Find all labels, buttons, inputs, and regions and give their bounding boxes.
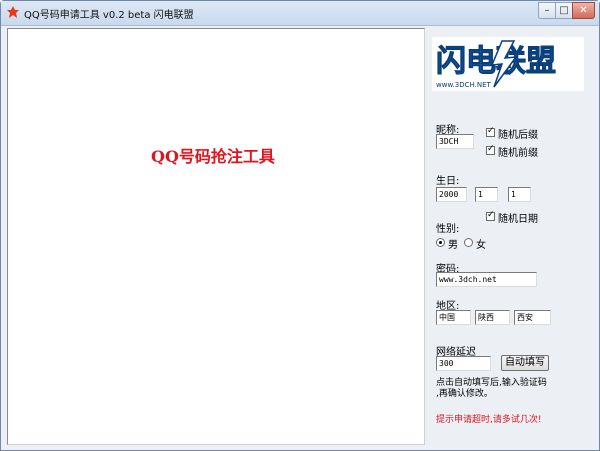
password-input[interactable]: www.3dch.net bbox=[436, 272, 537, 287]
gender-label: 性别: bbox=[436, 224, 460, 235]
close-icon: ✕ bbox=[579, 4, 588, 16]
random-suffix-checkbox[interactable] bbox=[486, 126, 495, 137]
maximize-button[interactable]: □ bbox=[555, 2, 573, 19]
gender-male-label: 男 bbox=[448, 240, 458, 251]
timeout-warning: 提示申请超时,请多试几次! bbox=[436, 415, 542, 425]
delay-input[interactable]: 300 bbox=[436, 356, 491, 371]
birthday-label: 生日: bbox=[436, 176, 460, 187]
page-headline: QQ号码抢注工具 bbox=[151, 147, 275, 166]
birth-month-input[interactable]: 1 bbox=[475, 187, 498, 202]
birth-year-input[interactable]: 2000 bbox=[436, 187, 467, 202]
birth-day-input[interactable]: 1 bbox=[508, 187, 531, 202]
title-bar[interactable]: QQ号码申请工具 v0.2 beta 闪电联盟 – □ ✕ bbox=[1, 1, 599, 26]
gender-male-radio[interactable] bbox=[436, 238, 445, 247]
random-suffix-label: 随机后缀 bbox=[498, 130, 538, 141]
logo-url: www.3DCH.NET bbox=[436, 81, 492, 89]
minimize-icon: – bbox=[544, 4, 550, 16]
region-city-input[interactable]: 西安 bbox=[514, 310, 551, 325]
logo: 闪电联盟 www.3DCH.NET bbox=[432, 37, 584, 91]
close-button[interactable]: ✕ bbox=[572, 2, 595, 19]
nickname-input[interactable]: 3DCH bbox=[436, 134, 474, 149]
random-date-checkbox[interactable] bbox=[486, 210, 495, 221]
logo-graphic: 闪电联盟 www.3DCH.NET bbox=[432, 37, 584, 91]
autofill-button[interactable]: 自动填写 bbox=[501, 355, 549, 371]
maximize-icon: □ bbox=[559, 4, 569, 16]
window-title: QQ号码申请工具 v0.2 beta 闪电联盟 bbox=[24, 10, 194, 21]
random-prefix-label: 随机前缀 bbox=[498, 148, 538, 159]
gender-female-label: 女 bbox=[476, 240, 486, 251]
region-province-input[interactable]: 陕西 bbox=[475, 310, 510, 325]
hint-line-2: ,再确认修改。 bbox=[436, 389, 493, 399]
autofill-hint: 点击自动填写后,输入验证码 ,再确认修改。 bbox=[436, 378, 547, 400]
minimize-button[interactable]: – bbox=[538, 2, 556, 19]
random-date-label: 随机日期 bbox=[498, 214, 538, 225]
browser-panel[interactable] bbox=[7, 28, 425, 445]
hint-line-1: 点击自动填写后,输入验证码 bbox=[436, 378, 547, 388]
region-country-input[interactable]: 中国 bbox=[436, 310, 471, 325]
app-icon bbox=[7, 6, 19, 18]
gender-female-radio[interactable] bbox=[464, 238, 473, 247]
random-prefix-checkbox[interactable] bbox=[486, 144, 495, 155]
